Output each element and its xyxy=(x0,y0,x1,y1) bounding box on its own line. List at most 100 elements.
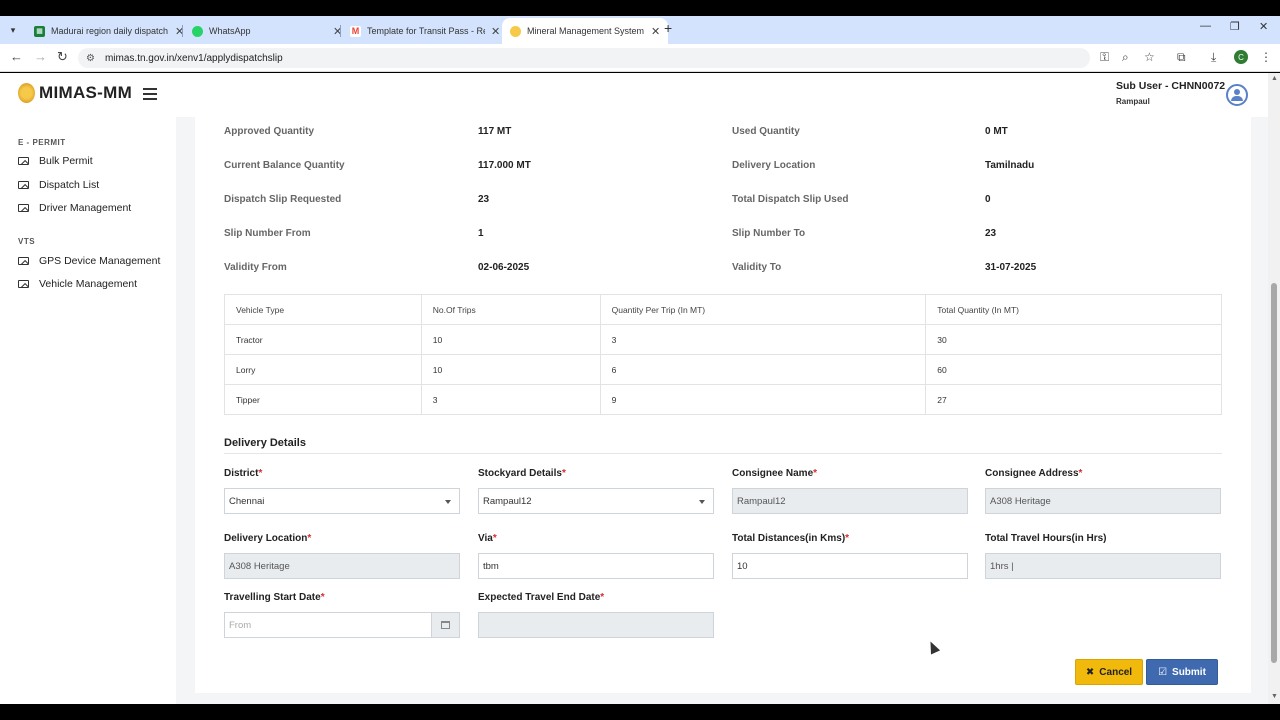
app-logo[interactable]: MIMAS-MM xyxy=(18,83,132,103)
site-info-icon[interactable]: ⚙ xyxy=(86,53,95,64)
back-icon[interactable]: ← xyxy=(10,49,23,64)
sidebar-section-title: E - PERMIT xyxy=(18,138,66,147)
stockyard-value: Rampaul12 xyxy=(483,495,532,507)
start-date-input[interactable]: From xyxy=(224,612,460,638)
zoom-icon[interactable]: ⌕ xyxy=(1122,50,1129,65)
consignee-name-field[interactable]: Rampaul12 xyxy=(732,488,968,514)
scroll-up-icon[interactable]: ▲ xyxy=(1271,75,1278,82)
current-balance-label: Current Balance Quantity xyxy=(224,160,345,171)
sidebar-item-dispatch-list[interactable]: Dispatch List xyxy=(18,179,99,191)
new-tab-icon[interactable]: + xyxy=(664,20,672,36)
forward-icon[interactable]: → xyxy=(34,49,47,64)
table-cell: 10 xyxy=(420,354,601,385)
delivery-details-title: Delivery Details xyxy=(224,437,306,449)
table-cell: Tipper xyxy=(224,384,422,415)
download-icon[interactable]: ⤓ xyxy=(1211,50,1216,65)
gmail-icon: M xyxy=(350,25,361,37)
tab-search-icon[interactable]: ▾ xyxy=(4,21,22,39)
tab-title: Template for Transit Pass - Reg xyxy=(367,26,485,36)
validity-to-value: 31-07-2025 xyxy=(985,262,1037,273)
sheets-icon: ▦ xyxy=(34,25,45,37)
maximize-icon[interactable]: ❐ xyxy=(1230,20,1240,33)
browser-tab-dispatch[interactable]: ▦ Madurai region daily dispatch ✕ xyxy=(26,18,192,44)
app-viewport: MIMAS-MM Sub User - CHNN0072 Rampaul E -… xyxy=(0,73,1280,704)
hamburger-menu-icon[interactable] xyxy=(143,88,157,103)
slip-from-label: Slip Number From xyxy=(224,228,311,239)
logo-text: MIMAS-MM xyxy=(39,83,133,102)
table-row: Lorry 10 6 60 xyxy=(224,354,1222,385)
browser-tab-mimas[interactable]: Mineral Management System ✕ xyxy=(502,18,669,44)
scroll-down-icon[interactable]: ▼ xyxy=(1271,693,1278,700)
sidebar-item-vehicle-management[interactable]: Vehicle Management xyxy=(18,278,137,290)
scrollbar-thumb[interactable] xyxy=(1271,283,1277,663)
vehicle-table: Vehicle Type No.Of Trips Quantity Per Tr… xyxy=(224,294,1222,415)
sidebar-item-label: Vehicle Management xyxy=(39,278,138,290)
via-value: tbm xyxy=(483,560,499,572)
browser-menu-icon[interactable]: ⋮ xyxy=(1260,50,1272,64)
slip-to-label: Slip Number To xyxy=(732,228,806,239)
district-select[interactable]: Chennai xyxy=(224,488,460,514)
table-header-row: Vehicle Type No.Of Trips Quantity Per Tr… xyxy=(224,294,1222,325)
delivery-location-label: Delivery Location xyxy=(732,160,816,171)
slip-used-label: Total Dispatch Slip Used xyxy=(732,194,849,205)
mail-icon xyxy=(18,204,29,212)
close-tab-icon[interactable]: ✕ xyxy=(651,25,660,38)
minimize-icon[interactable]: — xyxy=(1200,20,1211,32)
app-header: MIMAS-MM Sub User - CHNN0072 Rampaul xyxy=(0,73,1268,117)
calendar-icon[interactable] xyxy=(431,613,459,637)
consignee-address-label: Consignee Address* xyxy=(985,468,1083,479)
profile-avatar[interactable]: C xyxy=(1234,50,1248,64)
total-hours-label: Total Travel Hours(in Hrs) xyxy=(985,533,1107,544)
cancel-button[interactable]: ✖ Cancel xyxy=(1075,659,1143,685)
column-header: No.Of Trips xyxy=(420,294,601,325)
table-row: Tipper 3 9 27 xyxy=(224,384,1222,415)
whatsapp-icon xyxy=(192,25,203,37)
slip-requested-value: 23 xyxy=(478,194,490,205)
delivery-location-value: Tamilnadu xyxy=(985,160,1035,171)
mail-icon xyxy=(18,157,29,165)
browser-tab-whatsapp[interactable]: WhatsApp ✕ xyxy=(184,18,350,44)
sidebar-item-driver-management[interactable]: Driver Management xyxy=(18,202,131,214)
extensions-icon[interactable]: ⧉ xyxy=(1177,50,1186,65)
sidebar-item-bulk-permit[interactable]: Bulk Permit xyxy=(18,155,93,167)
mail-icon xyxy=(18,280,29,288)
page-scrollbar[interactable]: ▲ ▼ xyxy=(1268,73,1280,704)
delivery-location-field[interactable]: A308 Heritage xyxy=(224,553,460,579)
district-value: Chennai xyxy=(229,495,265,507)
start-date-placeholder: From xyxy=(229,619,252,631)
delivery-location-field-value: A308 Heritage xyxy=(229,560,290,572)
submit-button[interactable]: ☑ Submit xyxy=(1146,659,1218,685)
table-cell: 6 xyxy=(599,354,927,385)
close-window-icon[interactable]: ✕ xyxy=(1259,20,1268,33)
close-tab-icon[interactable]: ✕ xyxy=(491,25,500,38)
reload-icon[interactable]: ↻ xyxy=(57,49,68,65)
end-date-field[interactable] xyxy=(478,612,714,638)
browser-tab-gmail[interactable]: M Template for Transit Pass - Reg ✕ xyxy=(342,18,508,44)
url-input[interactable]: ⚙ mimas.tn.gov.in/xenv1/applydispatchsli… xyxy=(78,48,1090,68)
bookmark-star-icon[interactable]: ☆ xyxy=(1144,50,1155,64)
stockyard-select[interactable]: Rampaul12 xyxy=(478,488,714,514)
total-distance-label: Total Distances(in Kms)* xyxy=(732,533,850,544)
chevron-down-icon xyxy=(699,500,705,504)
validity-from-label: Validity From xyxy=(224,262,287,273)
sidebar-item-gps-device[interactable]: GPS Device Management xyxy=(18,255,160,267)
sidebar-item-label: Driver Management xyxy=(39,202,132,214)
screen-bottom-edge xyxy=(0,704,1280,720)
dispatch-slip-card: Approved Quantity 117 MT Used Quantity 0… xyxy=(195,117,1251,693)
validity-to-label: Validity To xyxy=(732,262,782,273)
user-name: Sub User - CHNN0072 xyxy=(1116,80,1226,92)
user-avatar-icon[interactable] xyxy=(1226,84,1248,106)
total-distance-input[interactable]: 10 xyxy=(732,553,968,579)
consignee-address-field[interactable]: A308 Heritage xyxy=(985,488,1221,514)
consignee-address-value: A308 Heritage xyxy=(990,495,1051,507)
mail-icon xyxy=(18,257,29,265)
screen-top-edge xyxy=(0,0,1280,16)
total-hours-value: 1hrs | xyxy=(990,560,1014,572)
total-hours-input[interactable]: 1hrs | xyxy=(985,553,1221,579)
table-cell: Tractor xyxy=(224,324,422,355)
browser-tab-bar: ▾ ▦ Madurai region daily dispatch ✕ What… xyxy=(0,16,1280,44)
password-key-icon[interactable]: ⚿ xyxy=(1100,50,1109,65)
slip-from-value: 1 xyxy=(478,228,484,239)
via-input[interactable]: tbm xyxy=(478,553,714,579)
end-date-label: Expected Travel End Date* xyxy=(478,592,605,603)
